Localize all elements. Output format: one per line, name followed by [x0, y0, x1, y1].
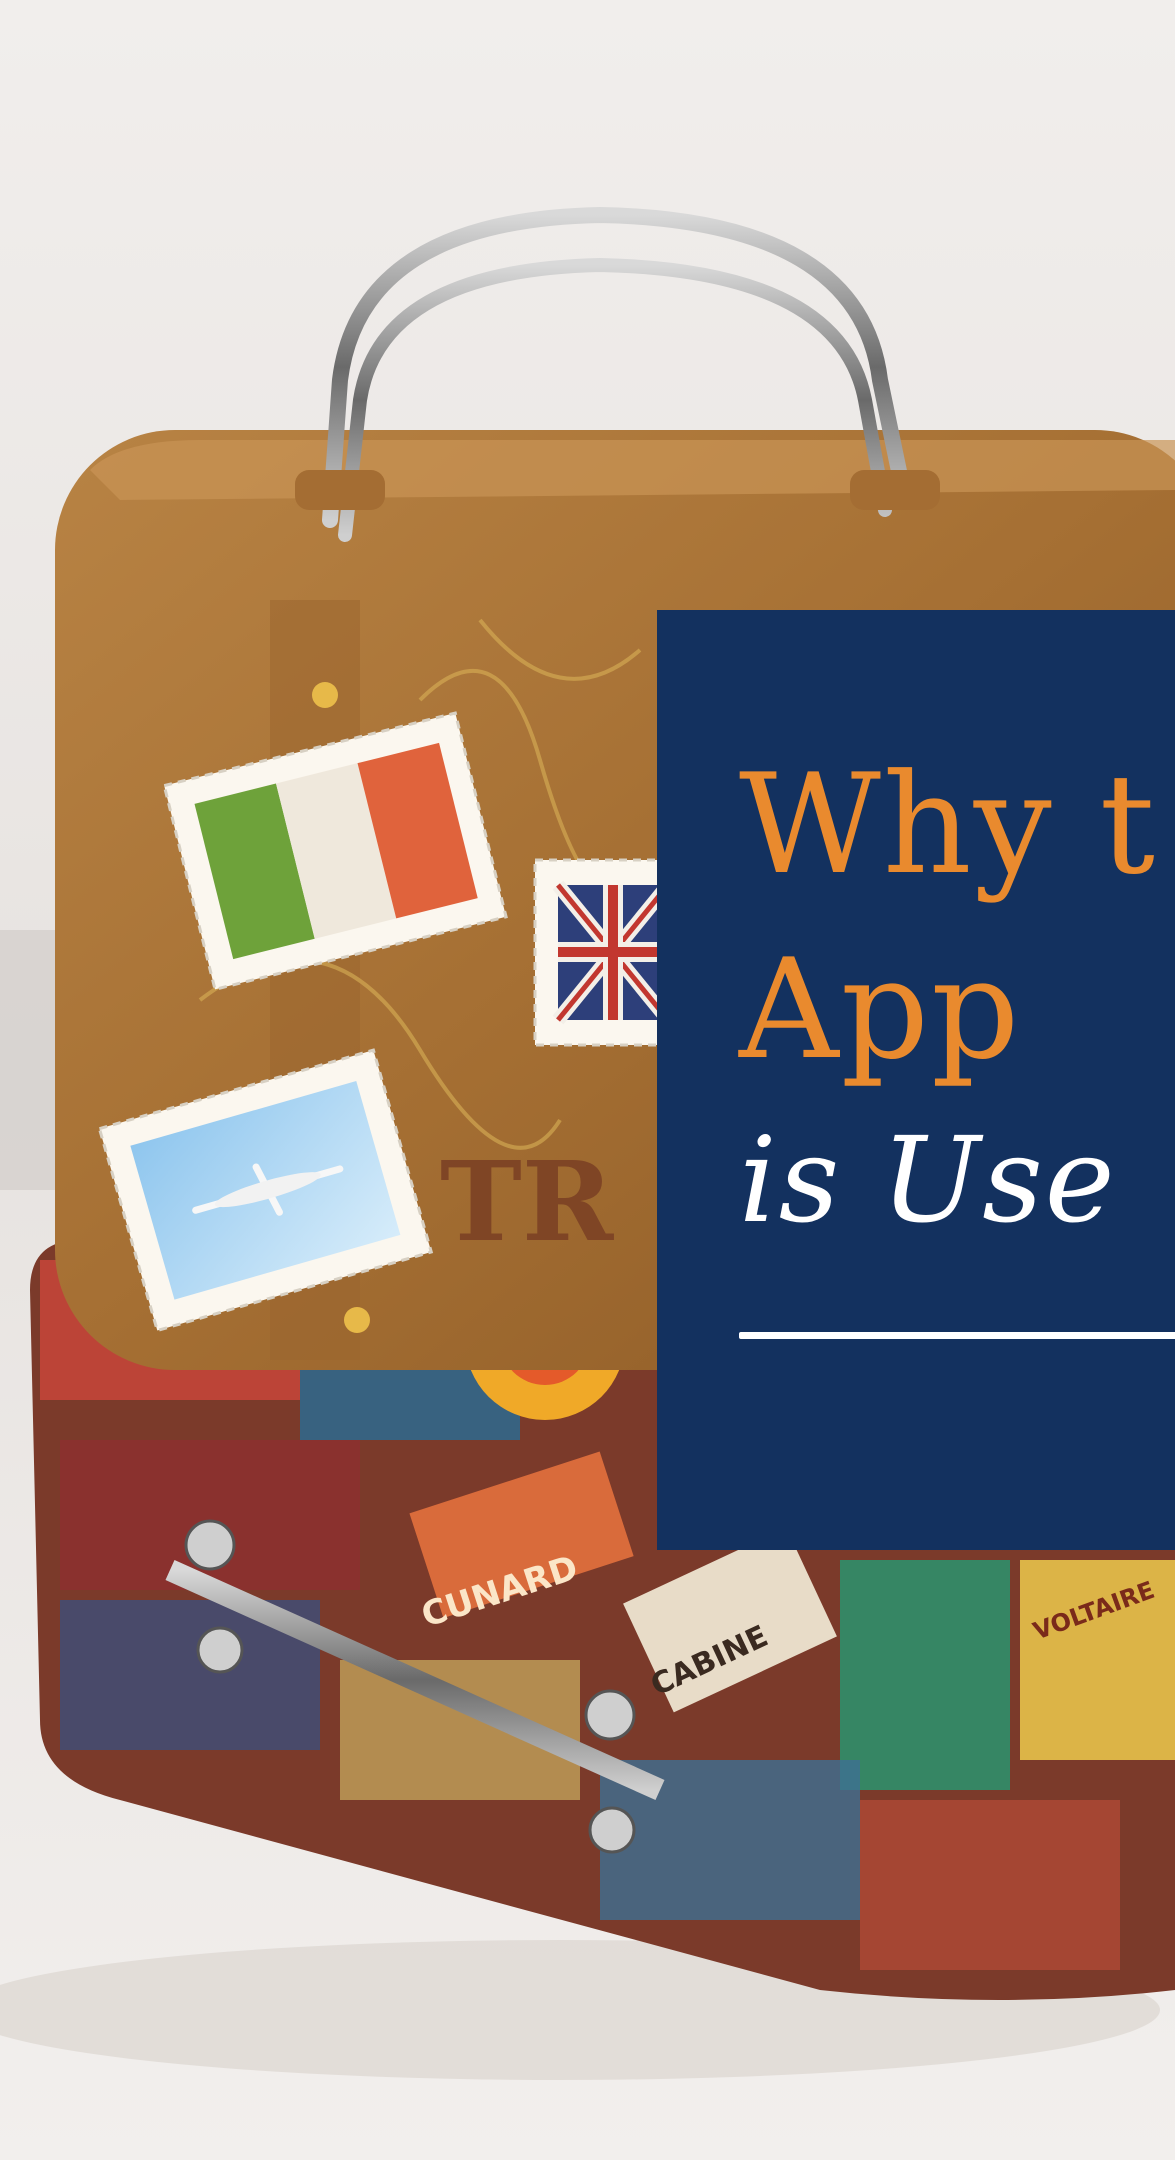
headline-divider	[739, 1332, 1175, 1339]
headline-line-1: Why t	[739, 744, 1158, 905]
headline-line-2: App	[739, 929, 1022, 1090]
headline-line-3: is Use	[739, 1111, 1117, 1249]
title-panel: Why t App is Use	[657, 610, 1175, 1550]
trip-stamp-text: TR	[440, 1137, 615, 1266]
